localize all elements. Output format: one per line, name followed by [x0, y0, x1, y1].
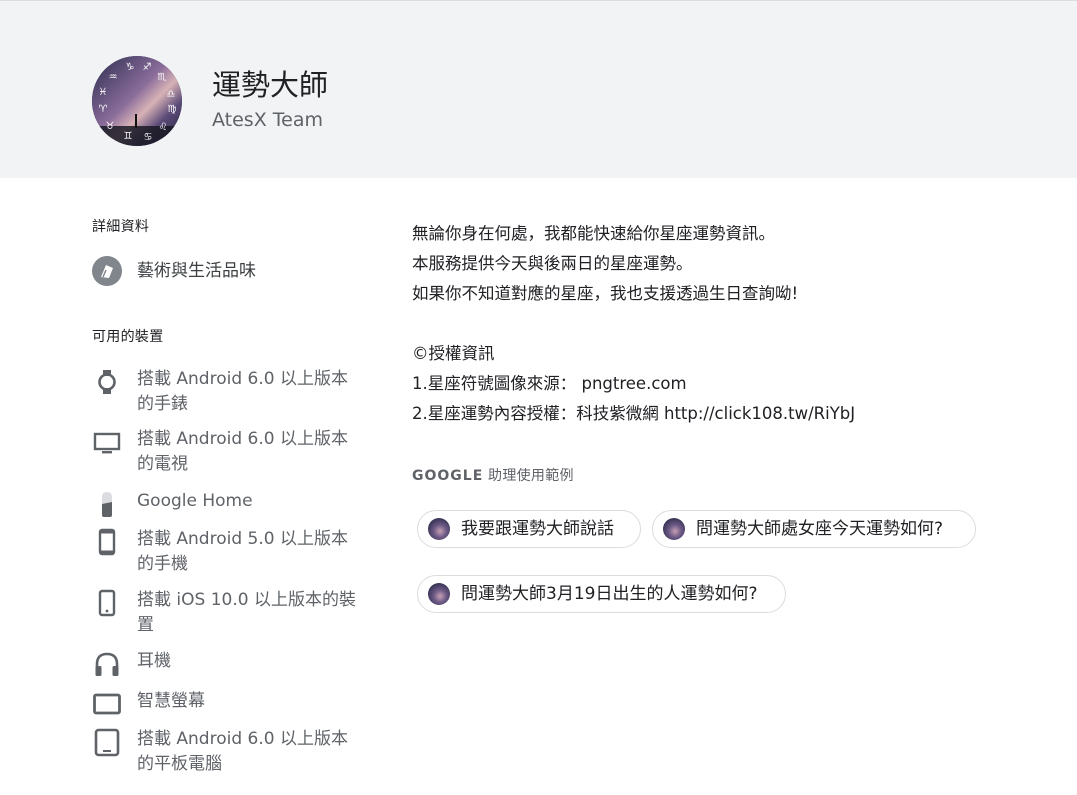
device-label: Google Home [137, 491, 253, 511]
app-avatar-icon [428, 583, 450, 605]
example-chip[interactable]: 問運勢大師處女座今天運勢如何? [652, 510, 976, 548]
svg-text:♒: ♒ [109, 72, 118, 83]
app-avatar-icon [663, 518, 685, 540]
device-label: 搭載 iOS 10.0 以上版本的裝置 [137, 590, 356, 635]
description-line: 無論你身在何處，我都能快速給你星座運勢資訊。 [412, 224, 775, 243]
svg-text:♐: ♐ [143, 62, 152, 73]
svg-text:♑: ♑ [126, 62, 135, 73]
svg-text:♍: ♍ [168, 104, 177, 115]
google-home-icon [102, 492, 112, 517]
details-heading: 詳細資料 [92, 219, 150, 235]
device-label: 耳機 [137, 651, 171, 671]
device-label: 智慧螢幕 [137, 691, 205, 711]
app-title: 運勢大師 [212, 68, 329, 102]
smart-display-icon [93, 693, 121, 715]
device-label: 搭載 Android 6.0 以上版本的手錶 [137, 369, 348, 414]
devices-heading: 可用的裝置 [92, 329, 164, 345]
watch-icon [98, 370, 116, 394]
description-line: ©授權資訊 [412, 344, 495, 363]
device-label: 搭載 Android 6.0 以上版本的電視 [137, 429, 348, 474]
app-avatar-icon [428, 518, 450, 540]
examples-heading-text: 助理使用範例 [483, 468, 574, 484]
description-line [412, 309, 1012, 339]
device-label: 搭載 Android 6.0 以上版本的平板電腦 [137, 729, 348, 774]
example-chip-text: 問運勢大師3月19日出生的人運勢如何? [461, 584, 758, 604]
example-chip-text: 問運勢大師處女座今天運勢如何? [696, 519, 944, 539]
svg-text:♊: ♊ [124, 131, 133, 142]
art-category-icon [92, 256, 122, 286]
examples-heading: GOOGLE 助理使用範例 [412, 467, 574, 485]
phone-icon [98, 589, 116, 617]
app-avatar: ♑ ♐ ♏ ♎ ♍ ♌ ♋ ♊ ♉ ♈ ♓ ♒ [92, 56, 182, 146]
description-line: 1.星座符號圖像來源： pngtree.com [412, 374, 687, 393]
svg-text:♏: ♏ [158, 72, 167, 83]
example-chip-text: 我要跟運勢大師說話 [461, 519, 614, 539]
device-label: 搭載 Android 5.0 以上版本的手機 [137, 529, 348, 574]
svg-text:♈: ♈ [99, 104, 108, 115]
zodiac-wheel-icon: ♑ ♐ ♏ ♎ ♍ ♌ ♋ ♊ ♉ ♈ ♓ ♒ [92, 56, 182, 146]
tv-icon [93, 432, 121, 454]
svg-text:♌: ♌ [159, 122, 168, 133]
svg-text:♉: ♉ [106, 121, 115, 132]
developer-name[interactable]: AtesX Team [212, 108, 323, 132]
headphones-icon [95, 652, 119, 676]
example-chip[interactable]: 我要跟運勢大師說話 [417, 510, 641, 548]
description-line: 本服務提供今天與後兩日的星座運勢。 [412, 254, 693, 273]
category-label: 藝術與生活品味 [137, 261, 256, 281]
tablet-icon [94, 728, 120, 757]
phone-icon [98, 528, 116, 556]
examples-heading-brand: GOOGLE [412, 468, 484, 484]
svg-text:♋: ♋ [144, 132, 153, 143]
svg-text:♓: ♓ [99, 87, 108, 98]
example-chip[interactable]: 問運勢大師3月19日出生的人運勢如何? [417, 575, 786, 613]
app-description: 無論你身在何處，我都能快速給你星座運勢資訊。 本服務提供今天與後兩日的星座運勢。… [412, 219, 1012, 429]
description-line: 如果你不知道對應的星座，我也支援透過生日查詢呦! [412, 284, 799, 303]
description-line: 2.星座運勢內容授權：科技紫微網 http://click108.tw/RiYb… [412, 404, 856, 423]
svg-text:♎: ♎ [167, 89, 176, 100]
app-header: ♑ ♐ ♏ ♎ ♍ ♌ ♋ ♊ ♉ ♈ ♓ ♒ 運勢大師 AtesX Team [0, 0, 1077, 178]
